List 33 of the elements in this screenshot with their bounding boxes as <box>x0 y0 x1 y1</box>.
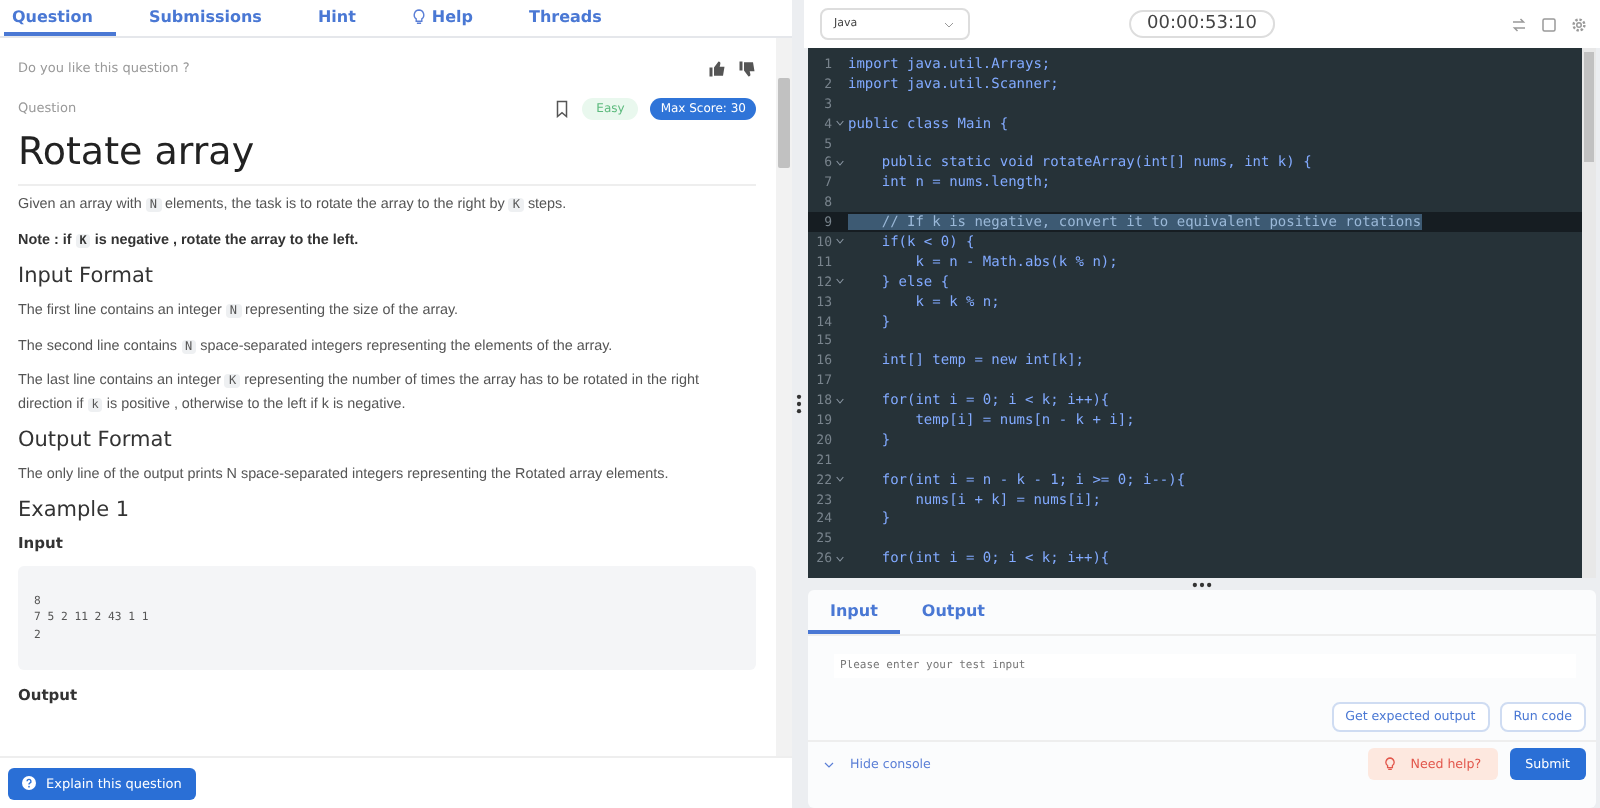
chevron-down-icon <box>944 21 954 27</box>
question-mark-icon <box>22 776 36 790</box>
console-tab[interactable]: Output <box>899 590 1007 634</box>
settings-icon[interactable] <box>1570 15 1588 33</box>
section-heading: Output Format <box>18 428 174 452</box>
lightbulb-icon <box>411 7 426 25</box>
question-tab[interactable]: Threads <box>521 0 626 36</box>
resize-handle-icon[interactable] <box>1192 581 1212 587</box>
fold-caret-icon[interactable] <box>836 159 844 166</box>
reset-icon[interactable] <box>1510 15 1528 33</box>
fold-caret-icon[interactable] <box>836 397 844 404</box>
question-title: Rotate array <box>18 126 756 186</box>
thumbs-up-icon[interactable] <box>708 59 726 77</box>
question-tab[interactable]: Submissions <box>140 0 286 36</box>
bookmark-icon[interactable] <box>554 99 571 117</box>
section-heading: Input Format <box>18 264 156 288</box>
resize-handle-icon[interactable] <box>795 394 801 414</box>
section-heading: Example 1 <box>18 497 132 521</box>
fold-caret-icon[interactable] <box>836 120 844 127</box>
lightbulb-icon <box>1384 756 1397 772</box>
fold-caret-icon[interactable] <box>836 238 844 245</box>
timer: 00:00:53:10 <box>1129 10 1275 38</box>
question-tab[interactable]: Hint <box>309 0 380 36</box>
fold-caret-icon[interactable] <box>836 278 844 285</box>
scrollbar-thumb[interactable] <box>778 78 790 168</box>
fold-caret-icon[interactable] <box>836 476 844 483</box>
chevron-down-icon <box>824 761 834 767</box>
question-tab[interactable]: Help <box>403 0 497 36</box>
fold-caret-icon[interactable] <box>836 555 844 562</box>
fullscreen-icon[interactable] <box>1540 15 1558 33</box>
thumbs-down-icon[interactable] <box>738 59 756 77</box>
scrollbar-thumb[interactable] <box>1584 52 1594 162</box>
console-tab[interactable]: Input <box>808 590 900 634</box>
